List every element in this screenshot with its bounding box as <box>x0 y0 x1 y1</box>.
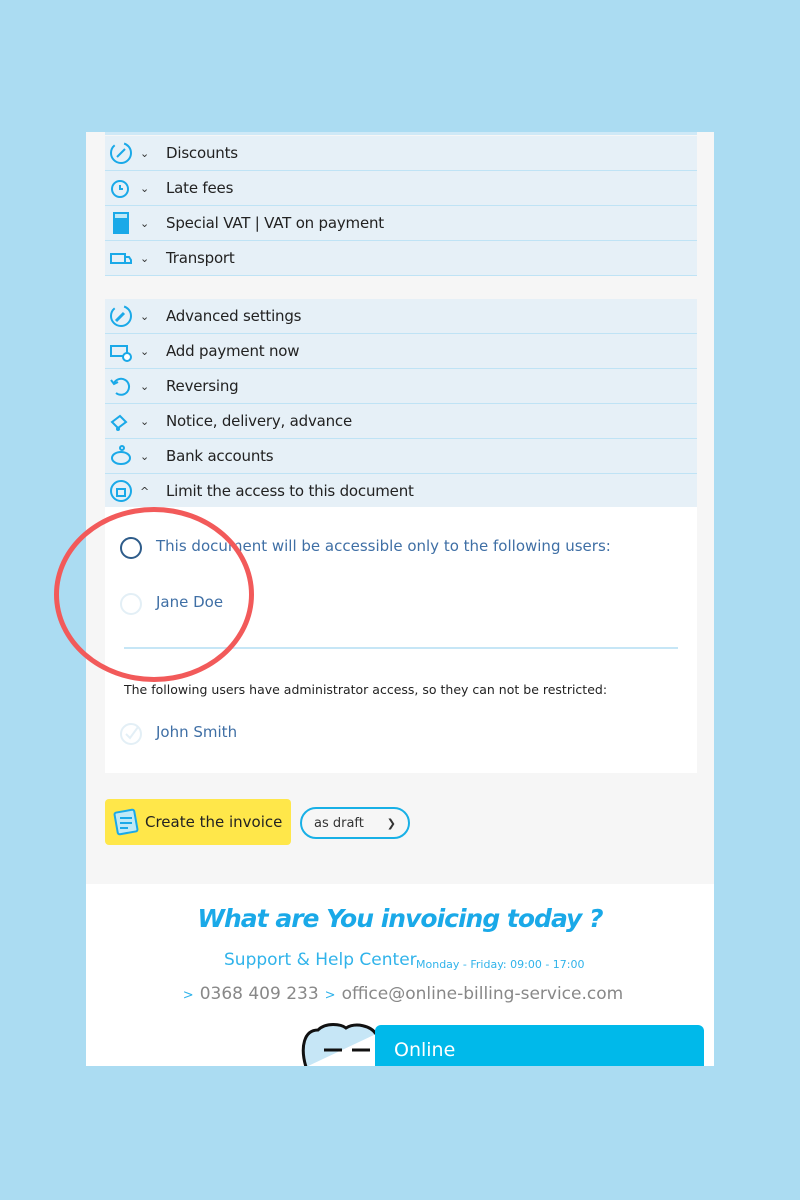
section-advanced-settings[interactable]: ⌄ Advanced settings <box>105 299 697 334</box>
save-mode-select[interactable]: as draft ❯ <box>300 807 410 839</box>
admin-note: The following users have administrator a… <box>124 682 608 697</box>
chevron-down-icon: ⌄ <box>140 309 150 323</box>
section-reversing[interactable]: ⌄ Reversing <box>105 369 697 404</box>
section-discounts[interactable]: ⌄ Discounts <box>105 136 697 171</box>
lock-icon <box>108 478 134 504</box>
chat-status-label: Online <box>394 1039 456 1061</box>
create-invoice-button[interactable]: Create the invoice <box>105 799 291 845</box>
chevron-down-icon: ⌄ <box>140 251 150 265</box>
truck-icon <box>108 245 134 271</box>
section-label: Special VAT | VAT on payment <box>166 214 384 232</box>
footer-slogan: What are You invoicing today ? <box>197 904 603 933</box>
section-add-payment-now[interactable]: ⌄ Add payment now <box>105 334 697 369</box>
section-late-fees[interactable]: ⌄ Late fees <box>105 171 697 206</box>
help-center-link[interactable]: Support & Help Center <box>224 950 417 970</box>
phone-link[interactable]: 0368 409 233 <box>200 984 319 1004</box>
section-label: Notice, delivery, advance <box>166 412 352 430</box>
section-label: Discounts <box>166 144 238 162</box>
chevron-right-icon: > <box>324 988 336 1003</box>
chevron-down-icon: ⌄ <box>140 449 150 463</box>
admin-name: John Smith <box>156 723 238 741</box>
contact-line: >0368 409 233 > office@online-billing-serv… <box>86 984 714 1004</box>
chevron-down-icon: ⌄ <box>140 216 150 230</box>
section-label: Add payment now <box>166 342 300 360</box>
support-hours: Monday - Friday: 09:00 - 17:00 <box>416 958 585 971</box>
mascot-image <box>301 1023 378 1066</box>
section-label: Transport <box>166 249 235 267</box>
chevron-down-icon: ⌄ <box>140 414 150 428</box>
divider <box>105 132 697 135</box>
chevron-right-icon: > <box>182 988 194 1003</box>
wrench-icon <box>108 303 134 329</box>
section-notice-delivery-advance[interactable]: ⌄ Notice, delivery, advance <box>105 404 697 439</box>
section-bank-accounts[interactable]: ⌄ Bank accounts <box>105 439 697 474</box>
section-label: Bank accounts <box>166 447 274 465</box>
email-link[interactable]: office@online-billing-service.com <box>342 984 624 1004</box>
footer: What are You invoicing today ? Support &… <box>86 884 714 1066</box>
chevron-down-icon: ⌄ <box>140 181 150 195</box>
section-transport[interactable]: ⌄ Transport <box>105 241 697 276</box>
chat-widget[interactable]: Online <box>375 1025 704 1066</box>
section-limit-the-access-to-this-document[interactable]: ^ Limit the access to this document <box>105 474 697 509</box>
section-label: Reversing <box>166 377 239 395</box>
section-label: Advanced settings <box>166 307 302 325</box>
calculator-icon <box>108 210 134 236</box>
piggy-bank-icon <box>108 443 134 469</box>
chevron-down-icon: ❯ <box>386 816 396 830</box>
invoice-icon <box>113 808 139 836</box>
payment-icon <box>108 338 134 364</box>
highlight-circle <box>54 507 254 682</box>
percent-icon <box>108 140 134 166</box>
chevron-down-icon: ⌄ <box>140 344 150 358</box>
undo-icon <box>108 373 134 399</box>
chevron-down-icon: ⌄ <box>140 379 150 393</box>
save-mode-value: as draft <box>314 815 364 831</box>
section-label: Limit the access to this document <box>166 482 414 500</box>
section-special-vat-vat-on-payment[interactable]: ⌄ Special VAT | VAT on payment <box>105 206 697 241</box>
admin-check-icon <box>120 723 142 745</box>
chevron-down-icon: ⌄ <box>140 146 150 160</box>
hand-truck-icon <box>108 408 134 434</box>
alarm-clock-icon <box>108 175 134 201</box>
create-invoice-label: Create the invoice <box>145 813 283 831</box>
section-label: Late fees <box>166 179 234 197</box>
chevron-up-icon: ^ <box>140 484 150 498</box>
